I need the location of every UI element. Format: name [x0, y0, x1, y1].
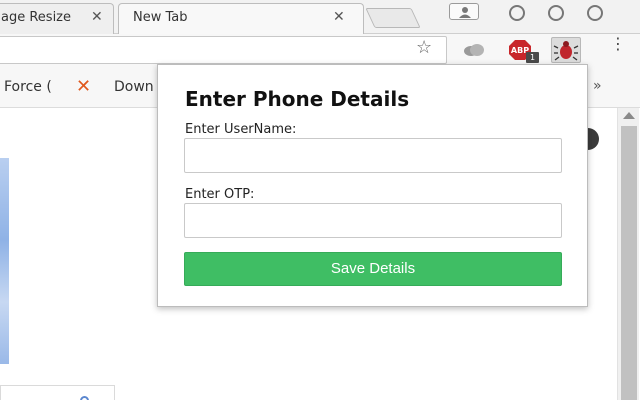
save-details-button[interactable]: Save Details	[184, 252, 562, 286]
tab-close-icon[interactable]: ✕	[91, 9, 103, 25]
popup-title: Enter Phone Details	[185, 87, 410, 111]
tab-label: New Tab	[133, 10, 188, 25]
abp-count-badge: 1	[526, 52, 539, 63]
tab-new-tab[interactable]: New Tab ✕	[118, 3, 364, 34]
page-scrollbar[interactable]	[617, 108, 639, 400]
search-icon	[80, 396, 89, 400]
tab-image-resize[interactable]: age Resize ✕	[0, 3, 114, 34]
scroll-up-icon[interactable]	[623, 112, 635, 119]
profile-icon	[459, 7, 471, 18]
close-window-button[interactable]	[587, 5, 603, 21]
username-input[interactable]	[184, 138, 562, 173]
extension-popup: Enter Phone Details Enter UserName: Ente…	[157, 64, 588, 307]
bookmark-item[interactable]: Force (	[4, 79, 52, 95]
browser-window: age Resize ✕ New Tab ✕ ☆ ABP ⋮ 1 Force (…	[0, 0, 640, 400]
new-tab-button[interactable]	[365, 8, 421, 28]
address-bar[interactable]	[0, 36, 447, 64]
cloud-extension-icon[interactable]	[462, 39, 486, 61]
toolbar: ☆ ABP ⋮	[0, 34, 640, 66]
tab-strip: age Resize ✕ New Tab ✕	[0, 0, 640, 34]
tab-close-icon[interactable]: ✕	[333, 9, 345, 25]
bookmark-x-icon[interactable]: ✕	[76, 76, 91, 97]
bookmarks-overflow-icon[interactable]: »	[593, 78, 602, 94]
bug-extension-icon[interactable]	[551, 37, 581, 63]
otp-input[interactable]	[184, 203, 562, 238]
star-icon[interactable]: ☆	[416, 37, 432, 58]
search-card[interactable]	[0, 385, 115, 400]
tab-label: age Resize	[1, 10, 72, 25]
otp-label: Enter OTP:	[185, 187, 255, 202]
background-image	[0, 158, 9, 364]
bookmark-item[interactable]: Down	[114, 79, 154, 95]
minimize-button[interactable]	[509, 5, 525, 21]
chrome-menu-icon[interactable]: ⋮	[610, 36, 626, 52]
profile-button[interactable]	[449, 3, 479, 20]
username-label: Enter UserName:	[185, 122, 297, 137]
scrollbar-thumb[interactable]	[621, 126, 637, 400]
maximize-button[interactable]	[548, 5, 564, 21]
